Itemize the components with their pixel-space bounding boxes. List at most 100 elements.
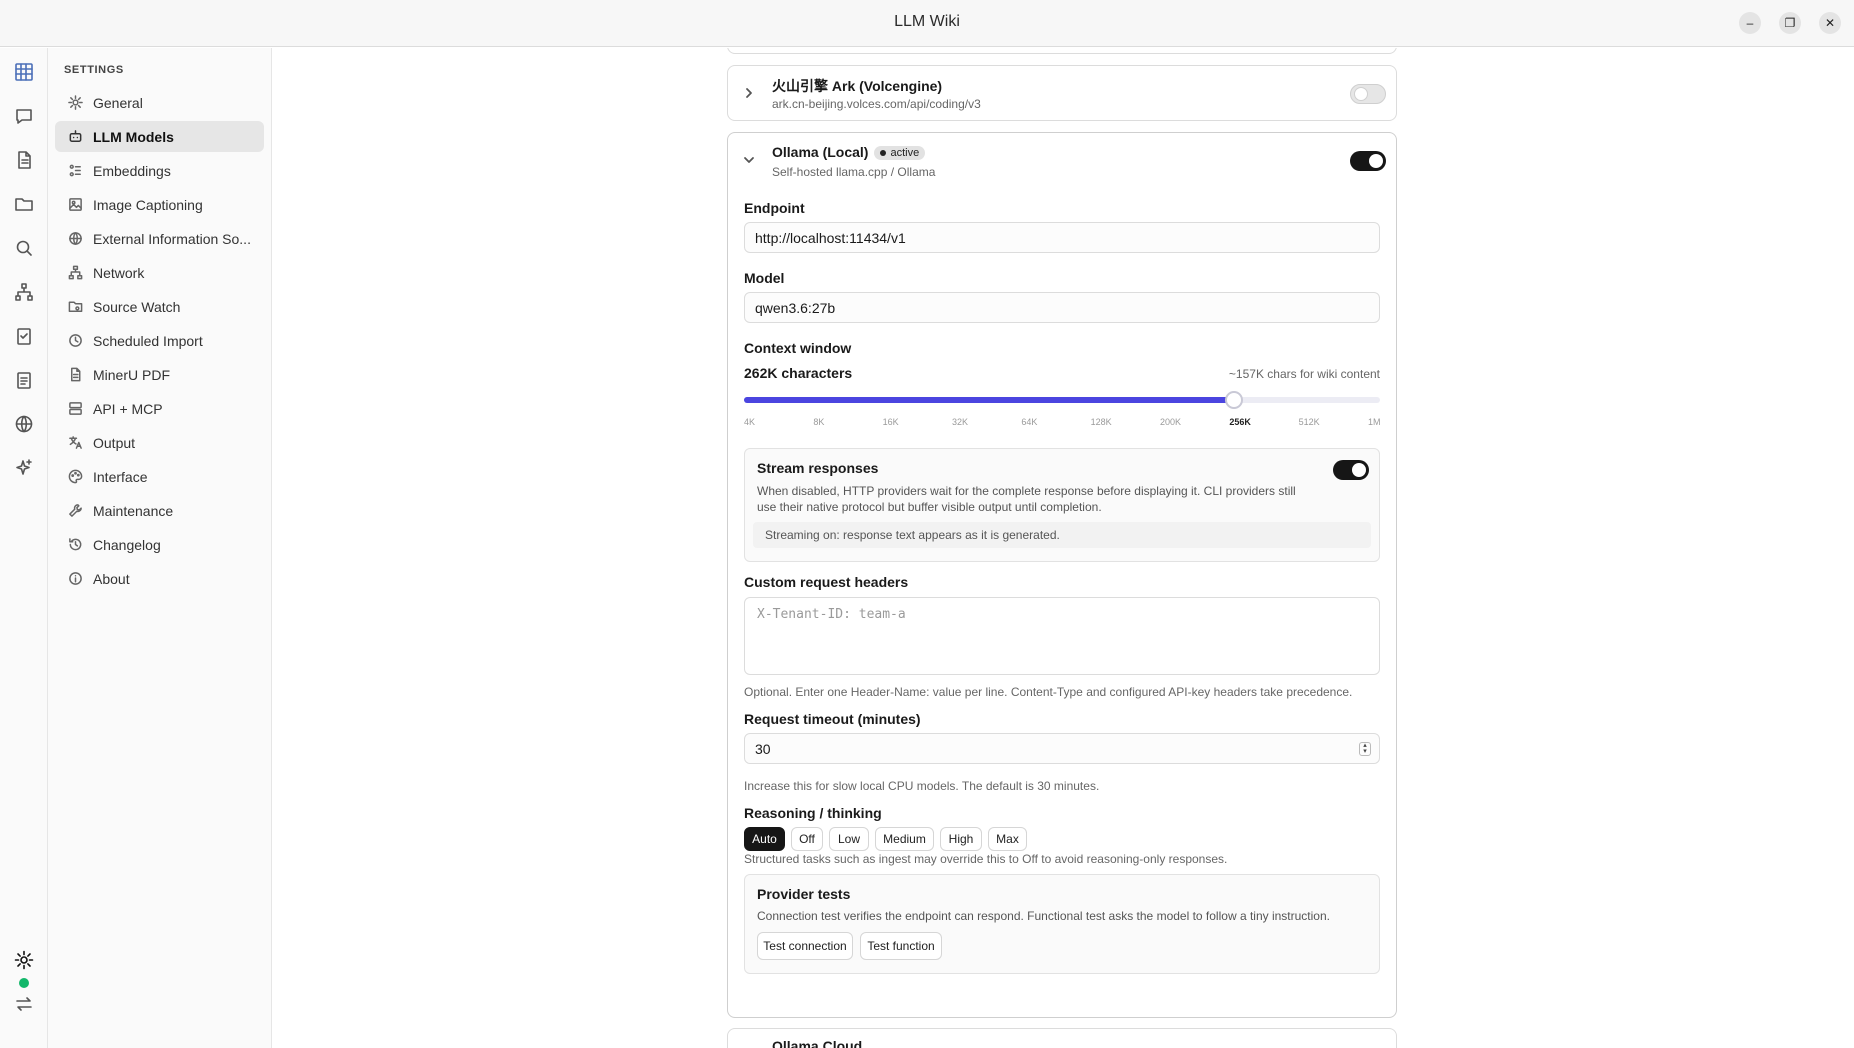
sidebar-item-label: Image Captioning — [93, 196, 203, 213]
sidebar-item-general[interactable]: General — [55, 87, 264, 118]
context-tick-256k: 256K — [1229, 417, 1251, 427]
sidebar-item-output[interactable]: Output — [55, 427, 264, 458]
file-icon — [67, 367, 83, 383]
context-tick-200k: 200K — [1160, 417, 1182, 427]
sidebar-item-maintenance[interactable]: Maintenance — [55, 495, 264, 526]
sidebar-item-label: Embeddings — [93, 162, 171, 179]
maximize-button[interactable]: ❐ — [1779, 12, 1801, 34]
graph-icon[interactable] — [12, 280, 36, 304]
palette-icon — [67, 469, 83, 485]
sparkle-icon[interactable] — [12, 456, 36, 480]
sidebar-item-about[interactable]: About — [55, 563, 264, 594]
network-icon — [67, 265, 83, 281]
settings-icon[interactable] — [12, 948, 36, 972]
search-icon[interactable] — [12, 236, 36, 260]
info-icon — [67, 571, 83, 587]
timeout-input[interactable]: 30 ▴ ▾ — [744, 733, 1380, 764]
context-tick-1m: 1M — [1368, 417, 1381, 427]
sidebar-item-label: External Information So... — [93, 230, 251, 247]
swap-icon[interactable] — [12, 992, 36, 1016]
model-input[interactable]: qwen3.6:27b — [744, 292, 1380, 323]
history-icon — [67, 537, 83, 553]
sidebar-item-llm-models[interactable]: LLM Models — [55, 121, 264, 152]
sidebar-item-changelog[interactable]: Changelog — [55, 529, 264, 560]
chat-icon[interactable] — [12, 104, 36, 128]
context-window-hint: ~157K chars for wiki content — [1228, 367, 1380, 381]
sidebar-item-image-captioning[interactable]: Image Captioning — [55, 189, 264, 220]
provider-card-ollama-cloud[interactable]: Ollama Cloud — [727, 1028, 1397, 1048]
sidebar-item-label: Source Watch — [93, 298, 181, 315]
document-icon[interactable] — [12, 148, 36, 172]
sidebar-item-label: MinerU PDF — [93, 366, 171, 383]
settings-heading: SETTINGS — [64, 64, 124, 76]
reasoning-label: Reasoning / thinking — [744, 805, 882, 821]
sidebar-item-mineru-pdf[interactable]: MinerU PDF — [55, 359, 264, 390]
sidebar-item-label: Changelog — [93, 536, 161, 553]
gear-icon — [67, 95, 83, 111]
provider-name-text: Ollama (Local) — [772, 144, 869, 160]
provider-endpoint: ark.cn-beijing.volces.com/api/coding/v3 — [772, 97, 981, 111]
context-tick-64k: 64K — [1021, 417, 1038, 427]
reasoning-option-medium[interactable]: Medium — [875, 827, 934, 851]
chevron-down-icon[interactable] — [742, 153, 756, 167]
sidebar-item-network[interactable]: Network — [55, 257, 264, 288]
stream-responses-description: When disabled, HTTP providers wait for t… — [757, 484, 1296, 514]
globe-icon[interactable] — [12, 412, 36, 436]
test-connection-button[interactable]: Test connection — [757, 932, 853, 960]
custom-headers-label: Custom request headers — [744, 574, 909, 590]
minimize-icon: – — [1746, 16, 1754, 30]
reasoning-option-auto[interactable]: Auto — [744, 827, 785, 851]
provider-enable-toggle[interactable] — [1350, 151, 1386, 171]
reasoning-option-max[interactable]: Max — [988, 827, 1027, 851]
provider-name: Ollama (Local) active — [772, 144, 926, 160]
context-tick-128k: 128K — [1090, 417, 1112, 427]
chevron-right-icon[interactable] — [742, 86, 756, 100]
custom-headers-hint: Optional. Enter one Header-Name: value p… — [744, 685, 1353, 699]
close-icon: ✕ — [1824, 16, 1836, 30]
context-slider-thumb[interactable] — [1224, 391, 1243, 409]
endpoint-input[interactable]: http://localhost:11434/v1 — [744, 222, 1380, 253]
provider-card-previous[interactable] — [727, 48, 1397, 54]
provider-tests-panel: Provider tests Connection test verifies … — [744, 874, 1380, 974]
sidebar-item-external-information-sources[interactable]: External Information So... — [55, 223, 264, 254]
minimize-button[interactable]: – — [1739, 12, 1761, 34]
reasoning-option-low[interactable]: Low — [829, 827, 869, 851]
main-content: 火山引擎 Ark (Volcengine) ark.cn-beijing.vol… — [273, 48, 1854, 1048]
context-tick-4k: 4K — [744, 417, 756, 427]
stream-responses-toggle[interactable] — [1333, 460, 1369, 480]
sidebar-item-label: About — [93, 570, 130, 587]
provider-name: 火山引擎 Ark (Volcengine) — [772, 78, 943, 94]
sidebar-item-api-mcp[interactable]: API + MCP — [55, 393, 264, 424]
clipboard-check-icon[interactable] — [12, 324, 36, 348]
folder-icon[interactable] — [12, 192, 36, 216]
sidebar-item-label: Scheduled Import — [93, 332, 203, 349]
sidebar-item-label: Output — [93, 434, 136, 451]
model-label: Model — [744, 270, 785, 286]
provider-enable-toggle[interactable] — [1350, 84, 1386, 104]
sidebar-item-scheduled-import[interactable]: Scheduled Import — [55, 325, 264, 356]
context-tick-32k: 32K — [952, 417, 969, 427]
context-tick-16k: 16K — [882, 417, 899, 427]
custom-headers-textarea[interactable]: X-Tenant-ID: team-a — [744, 597, 1380, 675]
provider-card-ark[interactable]: 火山引擎 Ark (Volcengine) ark.cn-beijing.vol… — [727, 65, 1397, 121]
stream-responses-title: Stream responses — [757, 460, 879, 476]
app-grid-icon[interactable] — [12, 60, 36, 84]
window-title: LLM Wiki — [894, 13, 960, 30]
test-function-button[interactable]: Test function — [860, 932, 942, 960]
sidebar-item-label: General — [93, 94, 143, 111]
stream-status-note: Streaming on: response text appears as i… — [753, 522, 1371, 548]
reasoning-option-off[interactable]: Off — [791, 827, 823, 851]
sidebar-item-source-watch[interactable]: Source Watch — [55, 291, 264, 322]
reasoning-option-high[interactable]: High — [940, 827, 982, 851]
timeout-label: Request timeout (minutes) — [744, 711, 921, 727]
timeout-stepper[interactable]: ▴ ▾ — [1359, 742, 1371, 756]
context-slider-fill — [744, 397, 1234, 403]
sidebar-item-interface[interactable]: Interface — [55, 461, 264, 492]
sidebar-item-embeddings[interactable]: Embeddings — [55, 155, 264, 186]
globe-icon — [67, 231, 83, 247]
robot-icon — [67, 129, 83, 145]
image-icon — [67, 197, 83, 213]
stream-responses-panel: Stream responses When disabled, HTTP pro… — [744, 448, 1380, 562]
clipboard-list-icon[interactable] — [12, 368, 36, 392]
close-button[interactable]: ✕ — [1819, 12, 1841, 34]
